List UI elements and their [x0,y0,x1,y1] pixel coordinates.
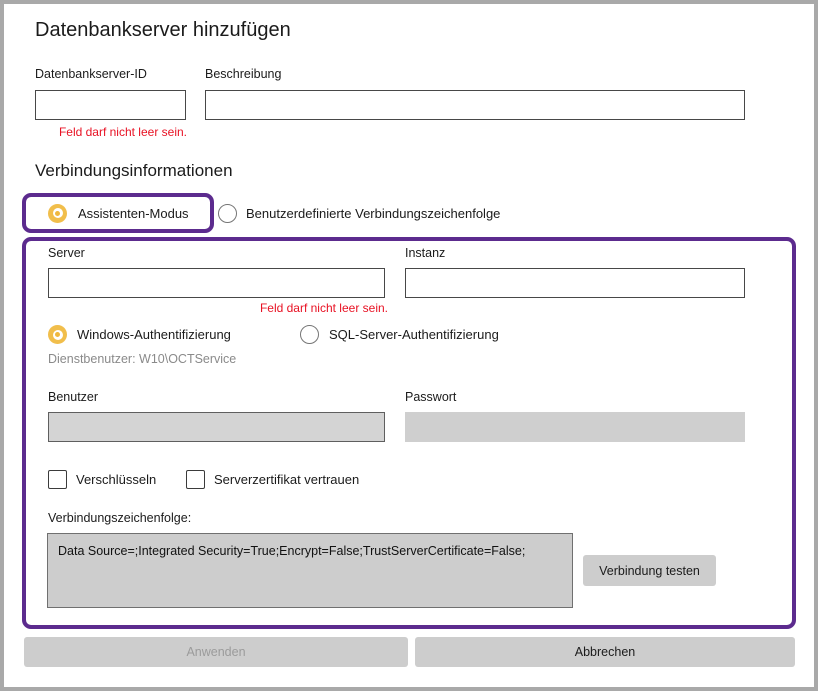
add-database-server-dialog: Datenbankserver hinzufügen Datenbankserv… [0,0,818,691]
radio-dot-icon [53,208,63,218]
encrypt-checkbox[interactable] [48,470,67,489]
trust-certificate-checkbox[interactable] [186,470,205,489]
test-connection-button[interactable]: Verbindung testen [583,555,716,586]
server-id-input[interactable] [35,90,186,120]
encrypt-label: Verschlüsseln [76,472,156,487]
service-user-hint: Dienstbenutzer: W10\OCTService [48,352,236,366]
radio-dot-icon [53,330,63,340]
custom-connection-string-option[interactable]: Benutzerdefinierte Verbindungszeichenfol… [218,193,500,233]
server-id-label: Datenbankserver-ID [35,67,147,81]
assistant-mode-radio[interactable] [48,204,67,223]
connection-string-value: Data Source=;Integrated Security=True;En… [47,533,573,608]
cancel-button[interactable]: Abbrechen [415,637,795,667]
description-label: Beschreibung [205,67,281,81]
windows-auth-radio[interactable] [48,325,67,344]
encrypt-option[interactable]: Verschlüsseln [48,470,156,489]
assistant-mode-highlight-box[interactable]: Assistenten-Modus [22,193,214,233]
page-title: Datenbankserver hinzufügen [35,19,291,42]
connection-section-title: Verbindungsinformationen [35,161,233,181]
sql-auth-option[interactable]: SQL-Server-Authentifizierung [300,325,499,344]
instance-label: Instanz [405,246,445,260]
server-label: Server [48,246,85,260]
trust-certificate-label: Serverzertifikat vertrauen [214,472,359,487]
trust-certificate-option[interactable]: Serverzertifikat vertrauen [186,470,359,489]
windows-auth-option[interactable]: Windows-Authentifizierung [48,325,231,344]
assistant-mode-label: Assistenten-Modus [78,206,189,221]
connection-string-label: Verbindungszeichenfolge: [48,511,191,525]
password-label: Passwort [405,390,456,404]
password-input [405,412,745,442]
sql-auth-label: SQL-Server-Authentifizierung [329,327,499,342]
server-id-error: Feld darf nicht leer sein. [35,125,187,139]
user-input [48,412,385,442]
server-error: Feld darf nicht leer sein. [48,301,388,315]
server-input[interactable] [48,268,385,298]
sql-auth-radio[interactable] [300,325,319,344]
custom-connection-string-radio[interactable] [218,204,237,223]
custom-connection-string-label: Benutzerdefinierte Verbindungszeichenfol… [246,206,500,221]
wizard-panel: Server Feld darf nicht leer sein. Instan… [22,237,796,629]
user-label: Benutzer [48,390,98,404]
description-input[interactable] [205,90,745,120]
windows-auth-label: Windows-Authentifizierung [77,327,231,342]
instance-input[interactable] [405,268,745,298]
apply-button: Anwenden [24,637,408,667]
